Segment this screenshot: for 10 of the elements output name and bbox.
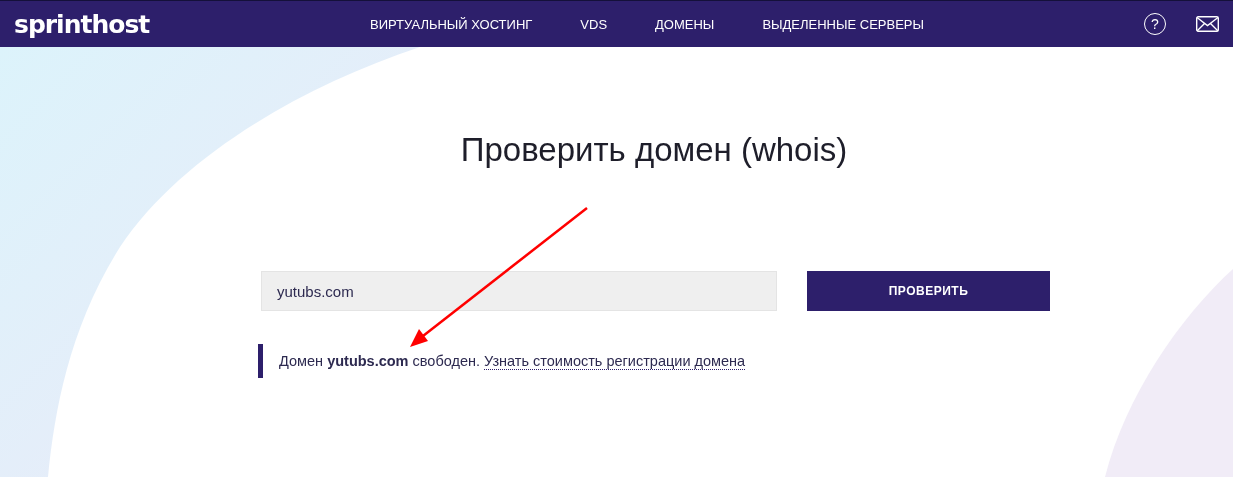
logo[interactable]: sprinthost xyxy=(14,11,344,37)
nav-link[interactable]: ВЫДЕЛЕННЫЕ СЕРВЕРЫ xyxy=(762,16,925,32)
mail-icon[interactable] xyxy=(1196,16,1219,32)
nav-link[interactable]: ДОМЕНЫ xyxy=(655,16,715,32)
nav-link[interactable]: VDS xyxy=(580,16,608,32)
check-button[interactable]: ПРОВЕРИТЬ xyxy=(807,271,1050,311)
domain-field[interactable]: yutubs.com xyxy=(261,271,777,311)
page-title: Проверить домен (whois) xyxy=(459,131,849,169)
nav-link[interactable]: ВИРТУАЛЬНЫЙ ХОСТИНГ xyxy=(370,16,533,32)
price-link[interactable]: Узнать стоимость регистрации домена xyxy=(484,353,746,370)
